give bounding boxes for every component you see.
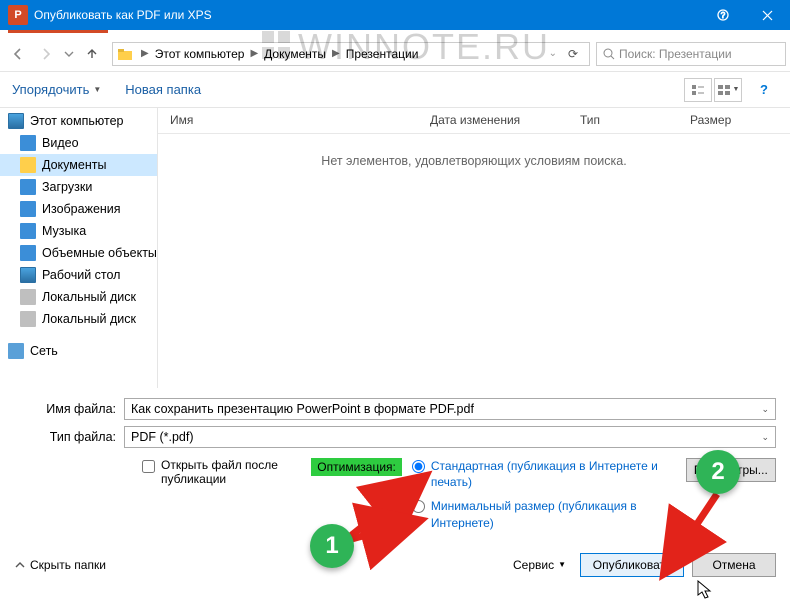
col-type[interactable]: Тип: [568, 108, 678, 133]
recent-locations-button[interactable]: [60, 40, 78, 68]
sidebar-item-localdisk-d[interactable]: Локальный диск: [0, 308, 157, 330]
sidebar-item-pictures[interactable]: Изображения: [0, 198, 157, 220]
disk-icon: [20, 311, 36, 327]
title-bar: P Опубликовать как PDF или XPS ?: [0, 0, 790, 30]
documents-icon: [20, 157, 36, 173]
music-icon: [20, 223, 36, 239]
sidebar-item-video[interactable]: Видео: [0, 132, 157, 154]
svg-text:?: ?: [720, 11, 725, 20]
sidebar-item-network[interactable]: Сеть: [0, 340, 157, 362]
chevron-up-icon: [14, 559, 26, 571]
sidebar-item-thispc[interactable]: Этот компьютер: [0, 110, 157, 132]
downloads-icon: [20, 179, 36, 195]
filename-label: Имя файла:: [14, 402, 124, 416]
sidebar-item-desktop[interactable]: Рабочий стол: [0, 264, 157, 286]
pictures-icon: [20, 201, 36, 217]
disk-icon: [20, 289, 36, 305]
action-row: Скрыть папки Сервис▼ Опубликовать Отмена: [0, 545, 790, 587]
window-title: Опубликовать как PDF или XPS: [34, 8, 700, 22]
radio-minimal[interactable]: Минимальный размер (публикация в Интерне…: [412, 498, 686, 530]
refresh-button[interactable]: ⟳: [561, 47, 585, 61]
path-seg-2[interactable]: Презентации: [344, 47, 421, 61]
form-area: Имя файла: Как сохранить презентацию Pow…: [0, 388, 790, 545]
view-mode-button-2[interactable]: ▼: [714, 78, 742, 102]
sidebar-item-downloads[interactable]: Загрузки: [0, 176, 157, 198]
sidebar-item-3dobjects[interactable]: Объемные объекты: [0, 242, 157, 264]
folder-icon: [117, 46, 133, 62]
filename-field[interactable]: Как сохранить презентацию PowerPoint в ф…: [124, 398, 776, 420]
service-button[interactable]: Сервис▼: [513, 558, 566, 572]
chevron-right-icon: ▶: [137, 48, 153, 59]
path-seg-root[interactable]: Этот компьютер: [153, 47, 247, 61]
video-icon: [20, 135, 36, 151]
chevron-down-icon[interactable]: ⌄: [545, 48, 561, 59]
filetype-field[interactable]: PDF (*.pdf)⌄: [124, 426, 776, 448]
objects-icon: [20, 245, 36, 261]
col-name[interactable]: Имя: [158, 108, 418, 133]
sidebar-item-localdisk-c[interactable]: Локальный диск: [0, 286, 157, 308]
search-icon: [603, 48, 615, 60]
open-after-checkbox[interactable]: Открыть файл после публикации: [142, 458, 311, 486]
app-icon: P: [8, 5, 28, 25]
optimization-label: Оптимизация:: [311, 458, 402, 476]
path-seg-1[interactable]: Документы: [262, 47, 328, 61]
main-area: Этот компьютер Видео Документы Загрузки …: [0, 108, 790, 388]
search-input[interactable]: Поиск: Презентации: [596, 42, 786, 66]
desktop-icon: [20, 267, 36, 283]
address-bar[interactable]: ▶ Этот компьютер ▶ Документы ▶ Презентац…: [112, 42, 590, 66]
radio-standard[interactable]: Стандартная (публикация в Интернете и пе…: [412, 458, 686, 490]
network-icon: [8, 343, 24, 359]
sidebar: Этот компьютер Видео Документы Загрузки …: [0, 108, 158, 388]
close-button[interactable]: [745, 0, 790, 30]
monitor-icon: [8, 113, 24, 129]
hide-folders-button[interactable]: Скрыть папки: [14, 558, 106, 572]
view-mode-button-1[interactable]: [684, 78, 712, 102]
column-headers: Имя Дата изменения Тип Размер: [158, 108, 790, 134]
chevron-right-icon: ▶: [328, 48, 344, 59]
sidebar-item-music[interactable]: Музыка: [0, 220, 157, 242]
col-date[interactable]: Дата изменения: [418, 108, 568, 133]
navigation-bar: ▶ Этот компьютер ▶ Документы ▶ Презентац…: [0, 36, 790, 72]
sidebar-item-documents[interactable]: Документы: [0, 154, 157, 176]
filetype-label: Тип файла:: [14, 430, 124, 444]
search-placeholder: Поиск: Презентации: [619, 47, 732, 61]
chevron-right-icon: ▶: [246, 48, 262, 59]
new-folder-button[interactable]: Новая папка: [125, 82, 201, 97]
empty-folder-message: Нет элементов, удовлетворяющих условиям …: [158, 154, 790, 168]
publish-button[interactable]: Опубликовать: [580, 553, 684, 577]
forward-button[interactable]: [32, 40, 60, 68]
organize-button[interactable]: Упорядочить▼: [12, 82, 101, 97]
col-size[interactable]: Размер: [678, 108, 768, 133]
toolbar: Упорядочить▼ Новая папка ▼ ?: [0, 72, 790, 108]
up-button[interactable]: [78, 40, 106, 68]
help-titlebar-button[interactable]: ?: [700, 0, 745, 30]
accent-underline: [8, 30, 108, 33]
help-button[interactable]: ?: [750, 82, 778, 97]
back-button[interactable]: [4, 40, 32, 68]
file-pane: Имя Дата изменения Тип Размер Нет элемен…: [158, 108, 790, 388]
cancel-button[interactable]: Отмена: [692, 553, 776, 577]
cursor-icon: [697, 580, 713, 600]
params-button[interactable]: Параметры...: [686, 458, 776, 482]
